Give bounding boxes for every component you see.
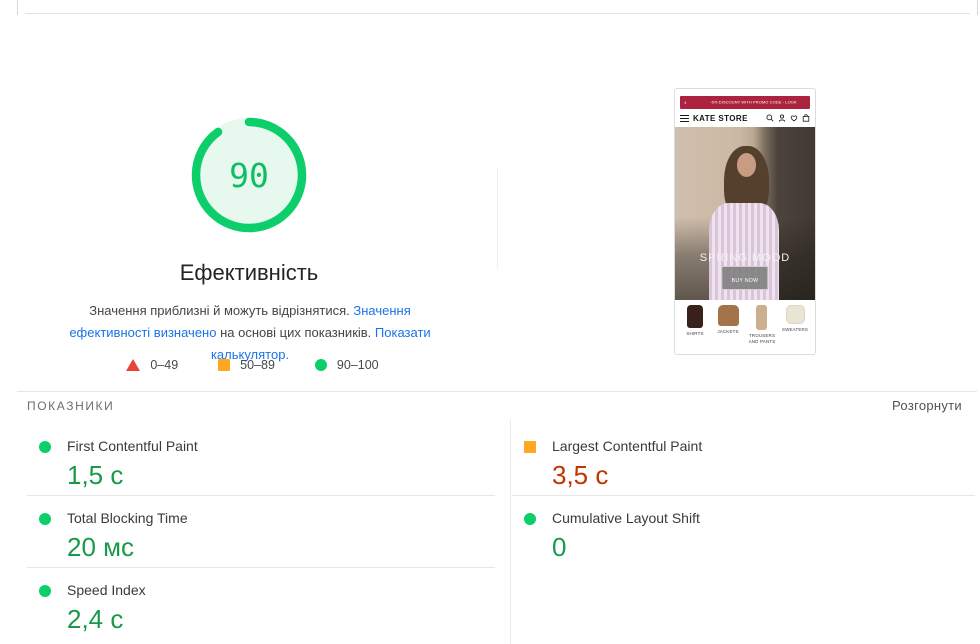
category-label: SHIRTS xyxy=(678,332,711,338)
metric-total-blocking-time: Total Blocking Time 20 мс xyxy=(27,496,495,568)
container-right-border xyxy=(977,0,978,15)
metric-rating-icon xyxy=(39,441,51,453)
disclaimer-text: на основі цих показників. xyxy=(216,325,374,340)
model-face xyxy=(737,153,757,177)
metrics-column-divider xyxy=(510,420,511,644)
hero-photo: SPRING MOOD BUY NOW xyxy=(675,127,815,300)
legend-range: 90–100 xyxy=(337,358,379,372)
legend-item-fail: 0–49 xyxy=(126,358,178,372)
pass-circle-icon xyxy=(315,359,327,371)
metric-value: 2,4 с xyxy=(67,604,495,635)
store-header: KATE STORE xyxy=(680,110,810,126)
cart-bag-icon xyxy=(802,114,810,122)
fail-triangle-icon xyxy=(126,359,140,371)
category-label: JACKETS xyxy=(712,330,745,336)
metric-value: 20 мс xyxy=(67,532,495,563)
account-icon xyxy=(778,114,786,122)
search-icon xyxy=(766,114,774,122)
header-divider xyxy=(25,13,970,14)
category-label: SWEATERS xyxy=(779,328,812,334)
metric-cumulative-layout-shift: Cumulative Layout Shift 0 xyxy=(512,496,975,568)
average-square-icon xyxy=(218,359,230,371)
jacket-product-image xyxy=(718,305,739,326)
promo-banner: ‹ -5% DISCOUNT WITH PROMO CODE - LOOK › xyxy=(680,96,810,109)
category-row: SHIRTS JACKETS TROUSERS AND PANTS SWEATE… xyxy=(675,300,815,350)
metric-label: Speed Index xyxy=(67,582,495,598)
category-item: TROUSERS AND PANTS xyxy=(745,305,778,350)
store-name: KATE STORE xyxy=(693,114,748,123)
metric-rating-icon xyxy=(524,441,536,453)
metrics-section-divider xyxy=(17,391,977,392)
metric-label: Cumulative Layout Shift xyxy=(552,510,975,526)
category-item: JACKETS xyxy=(712,305,745,338)
disclaimer-text: Значення приблизні й можуть відрізнятися… xyxy=(89,303,353,318)
buy-now-label: BUY NOW xyxy=(732,278,759,283)
metric-label: Largest Contentful Paint xyxy=(552,438,975,454)
metric-rating-icon xyxy=(39,513,51,525)
metrics-column-left: First Contentful Paint 1,5 с Total Block… xyxy=(27,424,495,640)
metric-rating-icon xyxy=(39,585,51,597)
metrics-column-right: Largest Contentful Paint 3,5 с Cumulativ… xyxy=(512,424,975,568)
final-screenshot-thumbnail: ‹ -5% DISCOUNT WITH PROMO CODE - LOOK › … xyxy=(674,88,816,355)
category-label: TROUSERS AND PANTS xyxy=(745,334,778,346)
score-legend: 0–49 50–89 90–100 xyxy=(0,358,505,372)
chevron-left-icon: ‹ xyxy=(684,99,686,105)
metric-speed-index: Speed Index 2,4 с xyxy=(27,568,495,640)
metric-label: First Contentful Paint xyxy=(67,438,495,454)
trousers-product-image xyxy=(756,305,767,330)
pagespeed-report: 90 Ефективність Значення приблизні й мож… xyxy=(0,0,980,644)
wishlist-heart-icon xyxy=(790,114,798,122)
menu-icon xyxy=(680,113,689,124)
metric-first-contentful-paint: First Contentful Paint 1,5 с xyxy=(27,424,495,496)
store-header-icons xyxy=(766,114,810,122)
legend-item-average: 50–89 xyxy=(218,358,275,372)
category-item: SWEATERS xyxy=(779,305,812,336)
score-screenshot-divider xyxy=(497,168,498,268)
legend-item-pass: 90–100 xyxy=(315,358,379,372)
buy-now-button: BUY NOW xyxy=(721,266,768,290)
promo-banner-text: -5% DISCOUNT WITH PROMO CODE - LOOK xyxy=(710,101,796,105)
metric-value: 1,5 с xyxy=(67,460,495,491)
metric-value: 0 xyxy=(552,532,975,563)
score-disclaimer: Значення приблизні й можуть відрізнятися… xyxy=(60,300,440,366)
legend-range: 50–89 xyxy=(240,358,275,372)
performance-score-value: 90 xyxy=(189,115,309,235)
performance-score-gauge[interactable]: 90 xyxy=(189,115,309,235)
hero-caption: SPRING MOOD xyxy=(675,252,815,264)
category-item: SHIRTS xyxy=(678,305,711,340)
category-title: Ефективність xyxy=(0,260,498,286)
metric-rating-icon xyxy=(524,513,536,525)
metric-label: Total Blocking Time xyxy=(67,510,495,526)
container-left-border xyxy=(17,0,18,15)
shirt-product-image xyxy=(687,305,703,328)
metrics-section-title: ПОКАЗНИКИ xyxy=(27,399,114,413)
metric-largest-contentful-paint: Largest Contentful Paint 3,5 с xyxy=(512,424,975,496)
metric-value: 3,5 с xyxy=(552,460,975,491)
sweater-product-image xyxy=(786,305,805,324)
legend-range: 0–49 xyxy=(150,358,178,372)
expand-metrics-toggle[interactable]: Розгорнути xyxy=(892,398,962,413)
